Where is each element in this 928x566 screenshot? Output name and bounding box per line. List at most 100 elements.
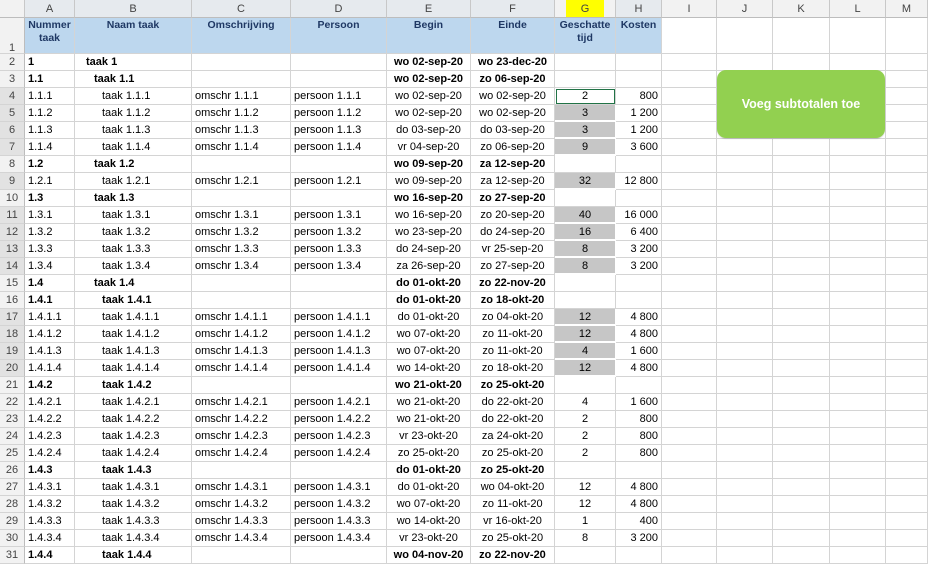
empty-cell[interactable] [773, 173, 830, 190]
begin-date-cell[interactable]: wo 02-sep-20 [387, 105, 471, 122]
person-cell[interactable]: persoon 1.4.2.3 [291, 428, 387, 445]
empty-cell[interactable] [886, 547, 928, 564]
task-number-cell[interactable]: 1.3.3 [25, 241, 75, 258]
end-date-cell[interactable]: zo 25-okt-20 [471, 377, 555, 394]
description-cell[interactable] [192, 292, 291, 309]
end-date-cell[interactable]: wo 23-dec-20 [471, 54, 555, 71]
empty-cell[interactable] [886, 71, 928, 88]
row-number[interactable]: 17 [0, 309, 25, 326]
person-cell[interactable]: persoon 1.4.2.1 [291, 394, 387, 411]
begin-date-cell[interactable]: wo 07-okt-20 [387, 343, 471, 360]
end-date-cell[interactable]: vr 25-sep-20 [471, 241, 555, 258]
empty-cell[interactable] [886, 292, 928, 309]
end-date-cell[interactable]: za 12-sep-20 [471, 156, 555, 173]
empty-cell[interactable] [662, 462, 717, 479]
empty-cell[interactable] [886, 394, 928, 411]
row-number[interactable]: 14 [0, 258, 25, 275]
person-cell[interactable] [291, 377, 387, 394]
begin-date-cell[interactable]: wo 23-sep-20 [387, 224, 471, 241]
empty-cell[interactable] [886, 411, 928, 428]
empty-cell[interactable] [886, 139, 928, 156]
empty-cell[interactable] [830, 394, 886, 411]
task-number-cell[interactable]: 1.3.2 [25, 224, 75, 241]
description-cell[interactable] [192, 156, 291, 173]
task-name-cell[interactable]: taak 1.4.2.4 [75, 445, 192, 462]
empty-cell[interactable] [662, 479, 717, 496]
task-name-cell[interactable]: taak 1.2.1 [75, 173, 192, 190]
row-number[interactable]: 25 [0, 445, 25, 462]
task-number-cell[interactable]: 1.2.1 [25, 173, 75, 190]
estimated-time-cell[interactable]: 4 [555, 394, 616, 411]
task-number-cell[interactable]: 1.1.2 [25, 105, 75, 122]
begin-date-cell[interactable]: wo 14-okt-20 [387, 513, 471, 530]
task-name-cell[interactable]: taak 1.4.1.1 [75, 309, 192, 326]
cost-cell[interactable] [616, 71, 662, 88]
begin-date-cell[interactable]: wo 16-sep-20 [387, 190, 471, 207]
empty-cell[interactable] [662, 326, 717, 343]
column-header-i[interactable]: I [662, 0, 717, 18]
begin-date-cell[interactable]: do 24-sep-20 [387, 241, 471, 258]
cost-cell[interactable]: 1 600 [616, 394, 662, 411]
task-number-cell[interactable]: 1.4.2.4 [25, 445, 75, 462]
empty-cell[interactable] [717, 190, 773, 207]
cost-cell[interactable] [616, 190, 662, 207]
row-number[interactable]: 26 [0, 462, 25, 479]
empty-cell[interactable] [662, 18, 717, 54]
empty-cell[interactable] [830, 258, 886, 275]
estimated-time-cell[interactable] [555, 377, 616, 394]
end-date-cell[interactable]: zo 22-nov-20 [471, 547, 555, 564]
task-name-cell[interactable]: taak 1.1.2 [75, 105, 192, 122]
empty-cell[interactable] [662, 343, 717, 360]
cost-cell[interactable]: 4 800 [616, 479, 662, 496]
person-cell[interactable] [291, 71, 387, 88]
person-cell[interactable]: persoon 1.4.1.1 [291, 309, 387, 326]
empty-cell[interactable] [773, 513, 830, 530]
empty-cell[interactable] [830, 343, 886, 360]
empty-cell[interactable] [886, 241, 928, 258]
empty-cell[interactable] [773, 411, 830, 428]
description-cell[interactable]: omschr 1.4.3.1 [192, 479, 291, 496]
cost-cell[interactable]: 4 800 [616, 309, 662, 326]
begin-date-cell[interactable]: wo 02-sep-20 [387, 71, 471, 88]
begin-date-cell[interactable]: wo 16-sep-20 [387, 207, 471, 224]
end-date-cell[interactable]: zo 06-sep-20 [471, 71, 555, 88]
task-name-cell[interactable]: taak 1.3.3 [75, 241, 192, 258]
empty-cell[interactable] [830, 207, 886, 224]
end-date-cell[interactable]: zo 11-okt-20 [471, 326, 555, 343]
task-number-cell[interactable]: 1.4.1.3 [25, 343, 75, 360]
task-name-cell[interactable]: taak 1.4.2.3 [75, 428, 192, 445]
person-cell[interactable] [291, 547, 387, 564]
row-number[interactable]: 3 [0, 71, 25, 88]
empty-cell[interactable] [830, 479, 886, 496]
person-cell[interactable]: persoon 1.1.2 [291, 105, 387, 122]
task-name-cell[interactable]: taak 1.4.4 [75, 547, 192, 564]
person-cell[interactable]: persoon 1.4.1.3 [291, 343, 387, 360]
description-cell[interactable]: omschr 1.4.1.4 [192, 360, 291, 377]
cost-cell[interactable]: 800 [616, 428, 662, 445]
cost-cell[interactable]: 1 200 [616, 105, 662, 122]
task-number-cell[interactable]: 1.4.1.4 [25, 360, 75, 377]
empty-cell[interactable] [662, 173, 717, 190]
empty-cell[interactable] [773, 547, 830, 564]
estimated-time-cell[interactable]: 12 [555, 309, 616, 326]
description-cell[interactable] [192, 71, 291, 88]
task-name-cell[interactable]: taak 1.4.1.3 [75, 343, 192, 360]
estimated-time-cell[interactable] [555, 71, 616, 88]
description-cell[interactable] [192, 377, 291, 394]
description-cell[interactable]: omschr 1.4.2.1 [192, 394, 291, 411]
begin-date-cell[interactable]: za 26-sep-20 [387, 258, 471, 275]
end-date-cell[interactable]: zo 11-okt-20 [471, 496, 555, 513]
task-number-cell[interactable]: 1.1.3 [25, 122, 75, 139]
empty-cell[interactable] [717, 394, 773, 411]
estimated-time-cell[interactable]: 12 [555, 496, 616, 513]
column-header-m[interactable]: M [886, 0, 928, 18]
add-subtotals-button[interactable]: Voeg subtotalen toe [717, 70, 885, 138]
empty-cell[interactable] [662, 292, 717, 309]
task-number-cell[interactable]: 1.4.2.1 [25, 394, 75, 411]
header-c[interactable]: Omschrijving [192, 18, 291, 54]
task-name-cell[interactable]: taak 1.4.2.1 [75, 394, 192, 411]
row-number[interactable]: 10 [0, 190, 25, 207]
begin-date-cell[interactable]: vr 04-sep-20 [387, 139, 471, 156]
cost-cell[interactable] [616, 462, 662, 479]
cost-cell[interactable]: 800 [616, 88, 662, 105]
